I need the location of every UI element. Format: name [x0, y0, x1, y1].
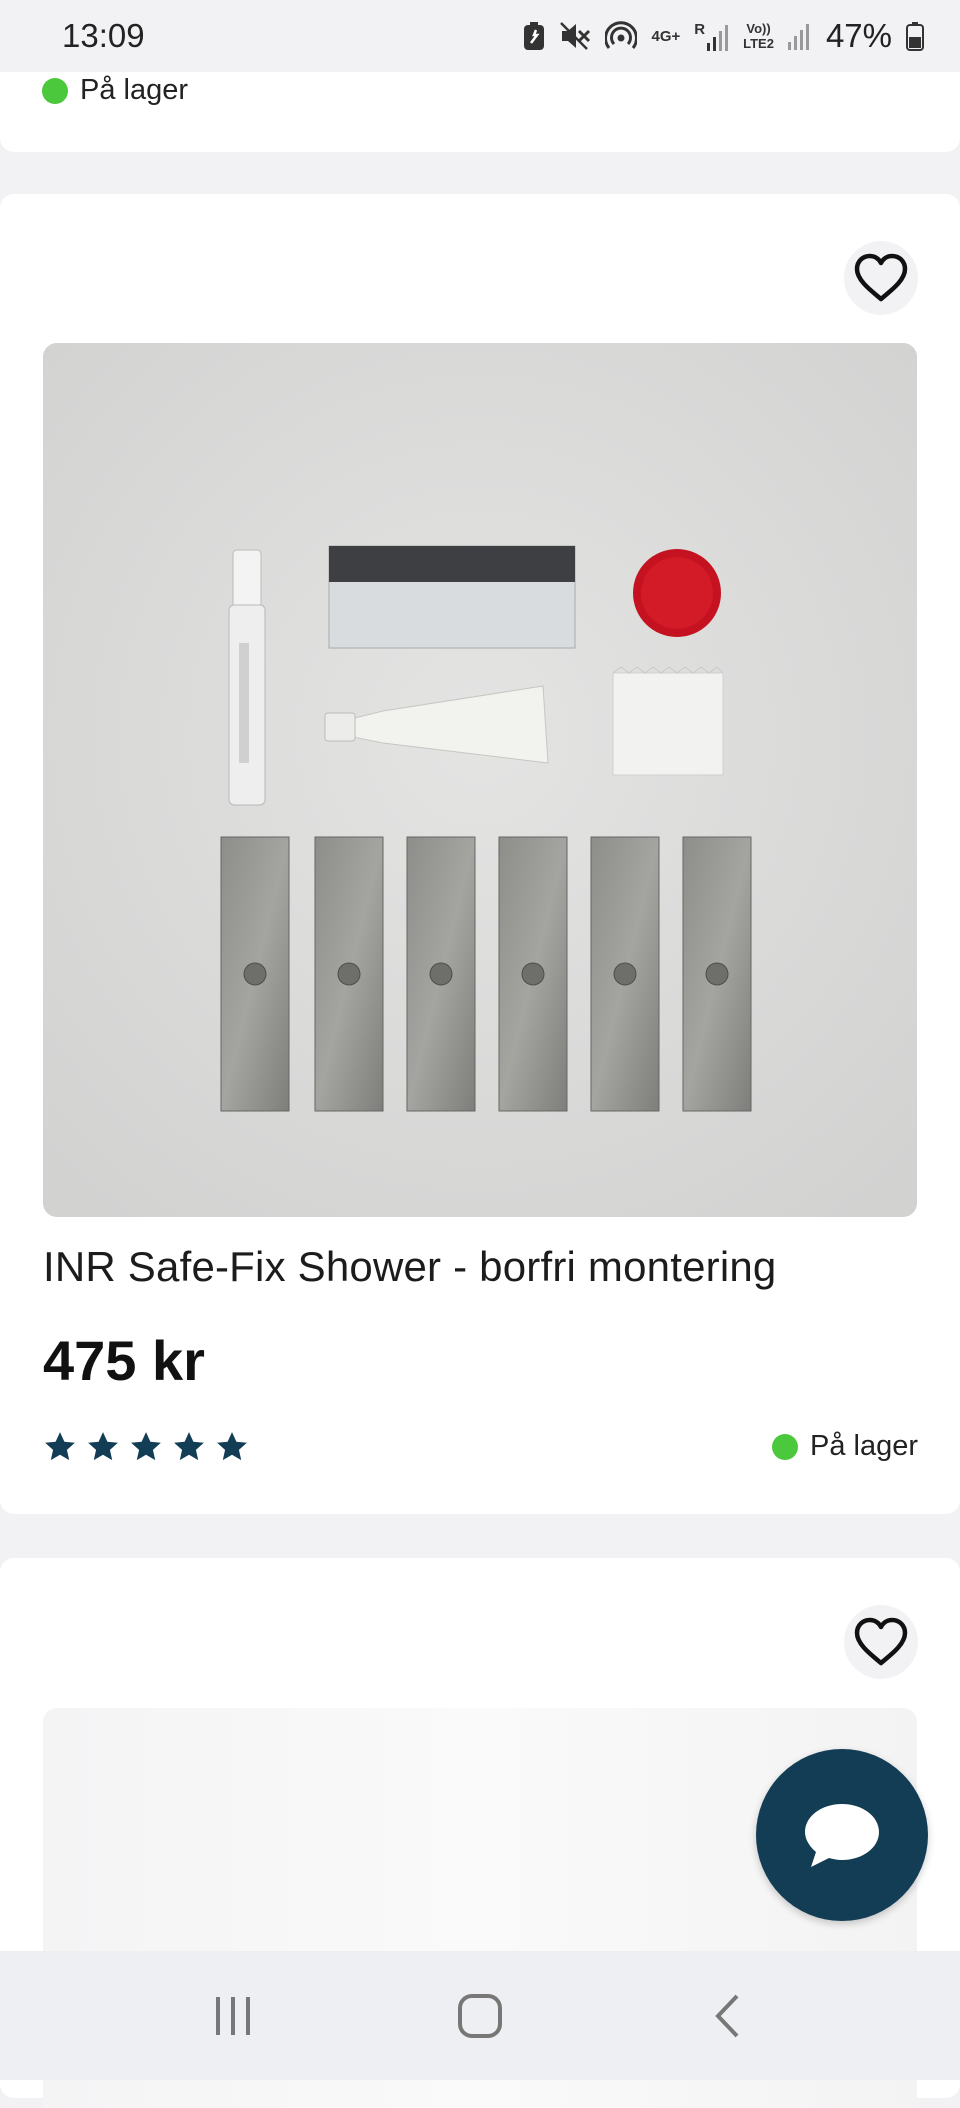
favorite-button[interactable]	[844, 1605, 918, 1679]
product-photo	[43, 343, 917, 1217]
network-indicator: 4G+	[651, 29, 680, 44]
in-stock-dot-icon	[42, 77, 68, 104]
heart-outline-icon	[854, 253, 908, 302]
battery-icon	[906, 22, 924, 51]
battery-saver-icon	[524, 22, 545, 50]
back-icon	[714, 1994, 739, 2037]
roaming-label: R	[694, 21, 706, 38]
product-title[interactable]: INR Safe-Fix Shower - borfri montering	[43, 1243, 777, 1291]
system-nav-bar	[0, 1951, 960, 2080]
star-icon	[217, 1432, 247, 1461]
status-icons: 4G+ R Vo)) LTE2 47%	[523, 17, 924, 55]
recent-apps-icon	[216, 1996, 251, 2035]
battery-percent: 47%	[825, 17, 892, 54]
chat-bubble-icon	[805, 1804, 879, 1867]
star-icon	[174, 1432, 204, 1461]
product-card-previous[interactable]: På lager	[0, 60, 960, 152]
in-stock-dot-icon	[771, 1433, 798, 1460]
hotspot-icon	[605, 21, 638, 49]
signal-bars-icon	[707, 25, 729, 51]
signal-1: R	[694, 21, 729, 51]
product-price: 475 kr	[43, 1329, 205, 1392]
stock-status: På lager	[42, 74, 188, 107]
network-label: 4G+	[651, 27, 681, 45]
favorite-button[interactable]	[844, 241, 918, 315]
stock-label: På lager	[80, 74, 189, 106]
signal-bars-2-icon	[787, 24, 809, 50]
recent-apps-button[interactable]	[188, 1995, 278, 2037]
volte-label: Vo)) LTE2	[743, 21, 774, 51]
status-bar: 13:09 4G+ R Vo)) LTE2 47%	[0, 0, 960, 72]
product-image[interactable]	[43, 343, 917, 1217]
rating-stars	[43, 1430, 249, 1464]
chat-button[interactable]	[756, 1749, 928, 1921]
heart-outline-icon	[854, 1617, 908, 1666]
home-icon	[457, 1993, 502, 2038]
status-time: 13:09	[62, 17, 145, 54]
home-button[interactable]	[435, 1993, 525, 2039]
star-icon	[45, 1432, 75, 1461]
star-icon	[88, 1432, 118, 1461]
mute-icon	[560, 22, 591, 50]
stock-label: På lager	[809, 1430, 918, 1462]
stock-status: På lager	[771, 1430, 918, 1463]
back-button[interactable]	[682, 1993, 772, 2039]
product-card[interactable]: INR Safe-Fix Shower - borfri montering 4…	[0, 194, 960, 1514]
star-icon	[131, 1432, 161, 1461]
